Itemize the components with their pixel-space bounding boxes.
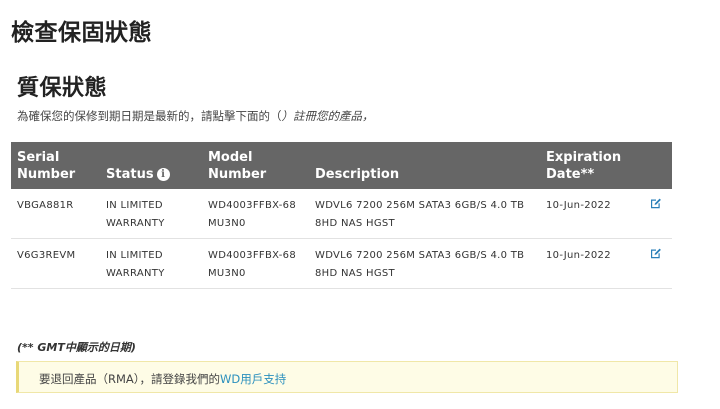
instruction-text: 為確保您的保修到期日期是最新的，請點擊下面的（ — [17, 109, 282, 123]
table-row: VBGA881R IN LIMITED WARRANTY WD4003FFBX-… — [11, 189, 672, 239]
action-cell — [640, 238, 672, 289]
gmt-footnote: (** GMT中顯示的日期) — [17, 341, 136, 354]
table-row: V6G3REVM IN LIMITED WARRANTY WD4003FFBX-… — [11, 238, 672, 289]
register-instruction: 為確保您的保修到期日期是最新的，請點擊下面的（）註冊您的產品， — [17, 108, 374, 124]
status-cell: IN LIMITED WARRANTY — [100, 238, 202, 289]
wd-support-link[interactable]: WD用戶支持 — [220, 372, 286, 386]
status-cell: IN LIMITED WARRANTY — [100, 189, 202, 239]
description-cell: WDVL6 7200 256M SATA3 6GB/S 4.0 TB 8HD N… — [309, 238, 540, 289]
expiration-cell: 10-Jun-2022 — [540, 238, 640, 289]
model-cell: WD4003FFBX-68MU3N0 — [202, 238, 309, 289]
warranty-status-heading: 質保狀態 — [17, 76, 108, 101]
column-header-actions — [640, 142, 672, 189]
warranty-table: Serial Number Status i Model Number Descr… — [11, 142, 672, 289]
column-header-status: Status i — [100, 142, 202, 189]
column-header-expiration: Expiration Date** — [540, 142, 640, 189]
rma-notice: 要退回產品（RMA），請登錄我們的WD用戶支持 — [16, 361, 678, 393]
column-header-description: Description — [309, 142, 540, 189]
edit-icon[interactable] — [650, 197, 662, 209]
page-title: 檢查保固狀態 — [11, 20, 152, 46]
rma-text: 要退回產品（RMA），請登錄我們的WD用戶支持 — [39, 371, 286, 387]
column-header-serial: Serial Number — [11, 142, 100, 189]
table-header-row: Serial Number Status i Model Number Descr… — [11, 142, 672, 189]
info-icon[interactable]: i — [156, 168, 170, 181]
column-header-model: Model Number — [202, 142, 309, 189]
rma-label: 要退回產品（RMA），請登錄我們的 — [39, 372, 221, 386]
serial-cell: VBGA881R — [11, 189, 100, 239]
edit-icon[interactable] — [650, 247, 662, 259]
register-product-link[interactable]: ）註冊您的產品， — [282, 109, 374, 123]
expiration-cell: 10-Jun-2022 — [540, 189, 640, 239]
status-header-label: Status — [106, 167, 154, 182]
serial-cell: V6G3REVM — [11, 238, 100, 289]
model-cell: WD4003FFBX-68MU3N0 — [202, 189, 309, 239]
description-cell: WDVL6 7200 256M SATA3 6GB/S 4.0 TB 8HD N… — [309, 189, 540, 239]
action-cell — [640, 189, 672, 239]
